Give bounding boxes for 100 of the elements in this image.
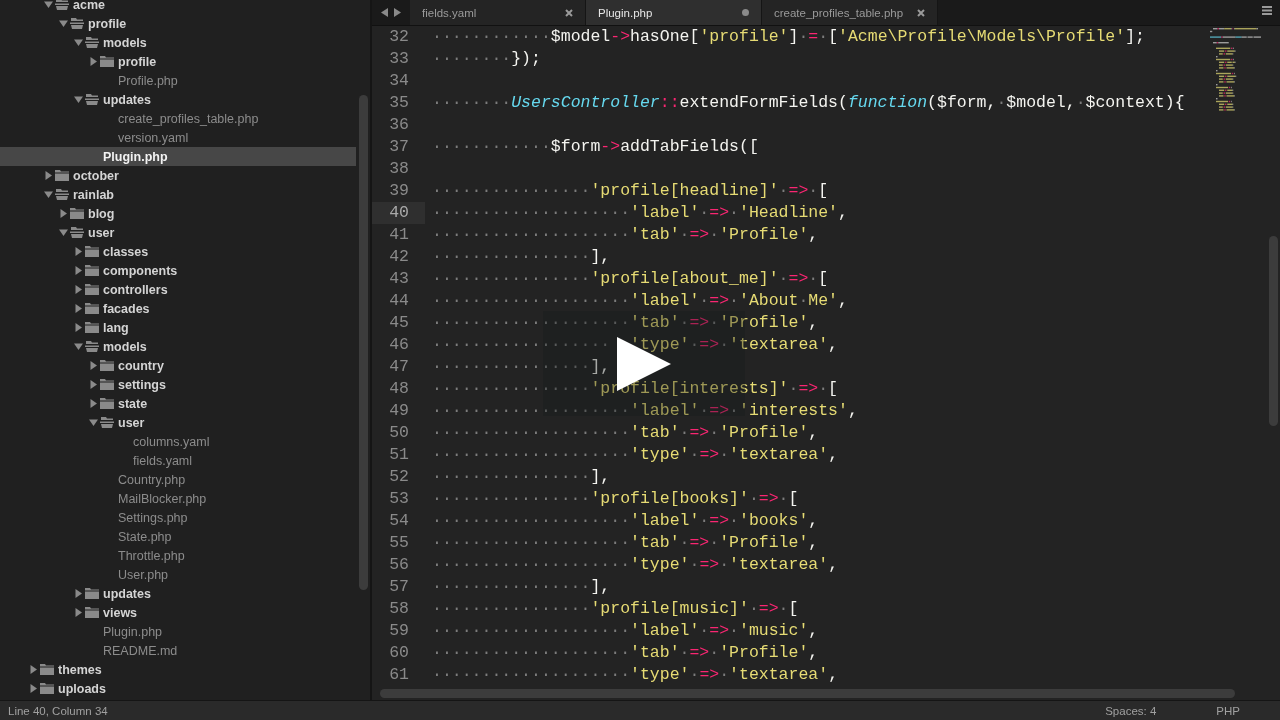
expanded-arrow-icon[interactable]	[74, 95, 83, 104]
folder-row[interactable]: user	[0, 223, 356, 242]
scrollbar-thumb[interactable]	[1269, 236, 1278, 426]
collapsed-arrow-icon[interactable]	[89, 399, 98, 408]
open-folder-icon	[55, 0, 69, 10]
file-name: Country.php	[118, 472, 186, 487]
indentation-setting[interactable]: Spaces: 4	[1105, 704, 1157, 717]
folder-row[interactable]: user	[0, 413, 356, 432]
collapsed-arrow-icon[interactable]	[74, 247, 83, 256]
file-name: Profile.php	[118, 73, 178, 88]
file-row[interactable]: Plugin.php	[0, 622, 356, 641]
folder-row[interactable]: updates	[0, 584, 356, 603]
code-line: ················],	[432, 246, 611, 268]
line-number: 52	[388, 466, 410, 488]
expanded-arrow-icon[interactable]	[59, 19, 68, 28]
collapsed-arrow-icon[interactable]	[74, 323, 83, 332]
folder-row[interactable]: blog	[0, 204, 356, 223]
folder-row[interactable]: profile	[0, 14, 356, 33]
scrollbar-thumb[interactable]	[358, 95, 368, 590]
syntax-mode[interactable]: PHP	[1216, 704, 1240, 717]
expanded-arrow-icon[interactable]	[89, 418, 98, 427]
collapsed-arrow-icon[interactable]	[29, 684, 38, 693]
line-number: 49	[388, 400, 410, 422]
folder-name: views	[103, 605, 138, 620]
folder-icon	[40, 664, 54, 675]
tab[interactable]: Plugin.php	[586, 0, 762, 25]
file-row[interactable]: fields.yaml	[0, 451, 356, 470]
collapsed-arrow-icon[interactable]	[89, 380, 98, 389]
collapsed-arrow-icon[interactable]	[44, 171, 53, 180]
folder-row[interactable]: settings	[0, 375, 356, 394]
expanded-arrow-icon[interactable]	[74, 38, 83, 47]
folder-row[interactable]: profile	[0, 52, 356, 71]
folder-row[interactable]: views	[0, 603, 356, 622]
folder-icon	[85, 322, 99, 333]
collapsed-arrow-icon[interactable]	[29, 665, 38, 674]
folder-row[interactable]: models	[0, 337, 356, 356]
folder-row[interactable]: classes	[0, 242, 356, 261]
folder-name: acme	[73, 0, 105, 12]
collapsed-arrow-icon[interactable]	[74, 304, 83, 313]
file-name: Plugin.php	[103, 149, 168, 164]
file-row[interactable]: State.php	[0, 527, 356, 546]
file-row[interactable]: Settings.php	[0, 508, 356, 527]
folder-row[interactable]: updates	[0, 90, 356, 109]
expanded-arrow-icon[interactable]	[74, 342, 83, 351]
collapsed-arrow-icon[interactable]	[74, 266, 83, 275]
folder-name: classes	[103, 244, 149, 259]
collapsed-arrow-icon[interactable]	[74, 285, 83, 294]
menu-icon[interactable]	[1262, 6, 1272, 15]
left-arrow-icon[interactable]	[381, 8, 388, 17]
folder-name: blog	[88, 206, 115, 221]
file-row[interactable]: Plugin.php	[0, 147, 356, 166]
folder-row[interactable]: october	[0, 166, 356, 185]
line-number: 51	[388, 444, 410, 466]
folder-row[interactable]: uploads	[0, 679, 356, 698]
code-line: ········});	[432, 48, 541, 70]
file-row[interactable]: version.yaml	[0, 128, 356, 147]
tab[interactable]: create_profiles_table.php	[762, 0, 938, 25]
folder-row[interactable]: themes	[0, 660, 356, 679]
folder-row[interactable]: models	[0, 33, 356, 52]
file-row[interactable]: columns.yaml	[0, 432, 356, 451]
file-name: README.md	[103, 643, 178, 658]
scrollbar-thumb[interactable]	[380, 688, 1235, 698]
folder-row[interactable]: rainlab	[0, 185, 356, 204]
folder-row[interactable]: acme	[0, 0, 356, 14]
file-row[interactable]: MailBlocker.php	[0, 489, 356, 508]
collapsed-arrow-icon[interactable]	[89, 57, 98, 66]
folder-icon	[85, 246, 99, 257]
collapsed-arrow-icon[interactable]	[74, 589, 83, 598]
expanded-arrow-icon[interactable]	[44, 190, 53, 199]
code-line: ················'profile[books]'·=>·[	[432, 488, 799, 510]
file-row[interactable]: Country.php	[0, 470, 356, 489]
folder-name: lang	[103, 320, 129, 335]
file-row[interactable]: README.md	[0, 641, 356, 660]
expanded-arrow-icon[interactable]	[59, 228, 68, 237]
close-icon[interactable]	[565, 8, 573, 17]
collapsed-arrow-icon[interactable]	[59, 209, 68, 218]
folder-icon	[100, 360, 114, 371]
folder-row[interactable]: facades	[0, 299, 356, 318]
folder-row[interactable]: controllers	[0, 280, 356, 299]
tab[interactable]: fields.yaml	[410, 0, 586, 25]
folder-icon	[100, 56, 114, 67]
expanded-arrow-icon[interactable]	[44, 0, 53, 9]
line-number: 48	[388, 378, 410, 400]
collapsed-arrow-icon[interactable]	[89, 361, 98, 370]
file-row[interactable]: User.php	[0, 565, 356, 584]
collapsed-arrow-icon[interactable]	[74, 608, 83, 617]
folder-name: country	[118, 358, 164, 373]
line-number: 42	[388, 246, 410, 268]
file-row[interactable]: create_profiles_table.php	[0, 109, 356, 128]
folder-name: models	[103, 35, 147, 50]
right-arrow-icon[interactable]	[394, 8, 401, 17]
folder-row[interactable]: state	[0, 394, 356, 413]
folder-icon	[85, 303, 99, 314]
close-icon[interactable]	[917, 8, 925, 17]
folder-row[interactable]: components	[0, 261, 356, 280]
folder-name: settings	[118, 377, 166, 392]
file-row[interactable]: Throttle.php	[0, 546, 356, 565]
folder-row[interactable]: lang	[0, 318, 356, 337]
folder-row[interactable]: country	[0, 356, 356, 375]
file-row[interactable]: Profile.php	[0, 71, 356, 90]
